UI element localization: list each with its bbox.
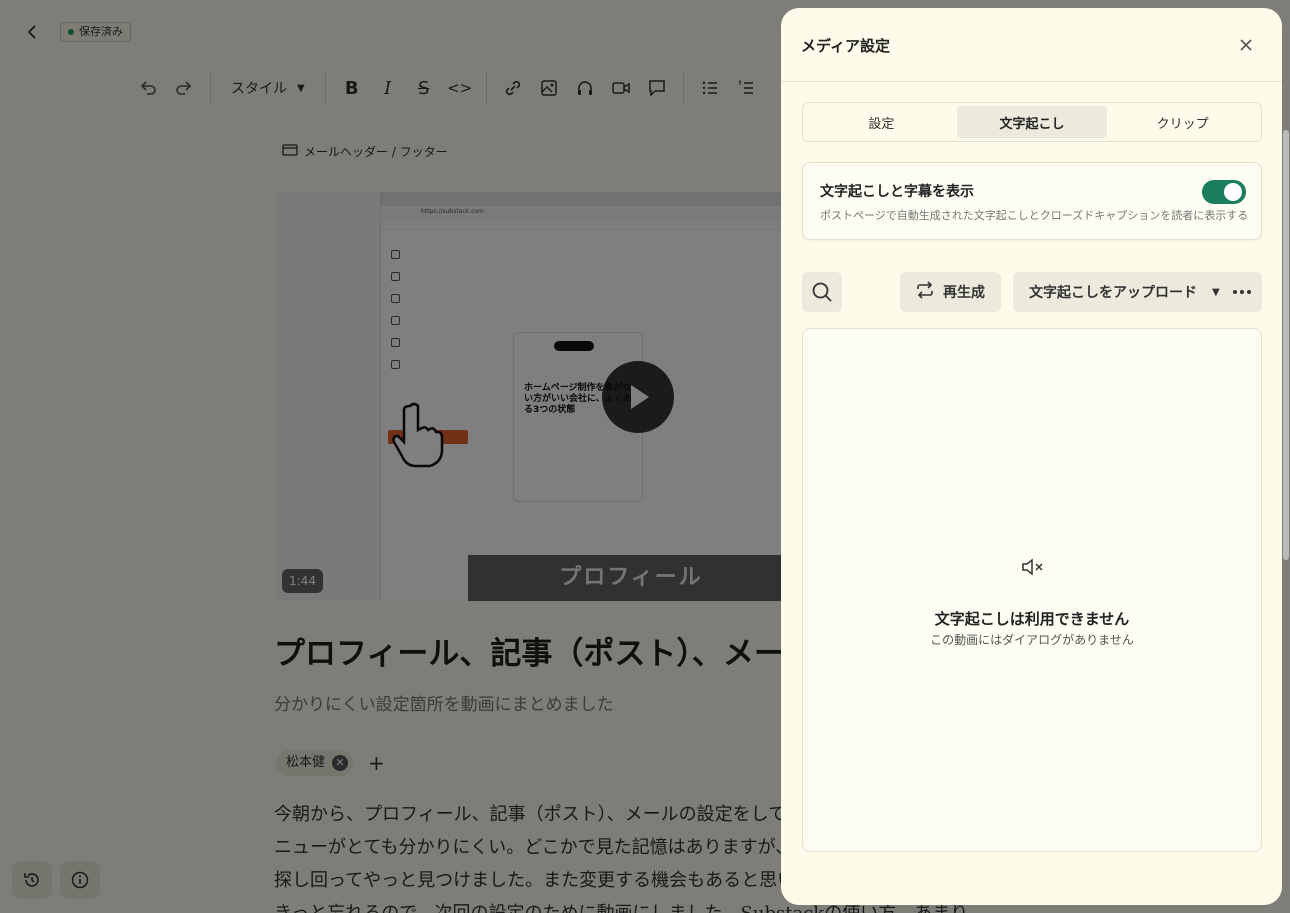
- transcript-area: 文字起こしは利用できません この動画にはダイアログがありません: [802, 328, 1262, 852]
- regenerate-icon: [916, 281, 934, 303]
- empty-state-title: 文字起こしは利用できません: [934, 610, 1130, 628]
- muted-speaker-icon: [1020, 557, 1046, 577]
- media-tabs: 設定 文字起こし クリップ: [802, 102, 1262, 142]
- upload-transcript-label: 文字起こしをアップロード: [1029, 285, 1197, 301]
- regenerate-label: 再生成: [943, 285, 985, 301]
- page-scrollbar[interactable]: [1282, 110, 1290, 560]
- tab-clips[interactable]: クリップ: [1107, 106, 1258, 138]
- close-icon[interactable]: [1236, 35, 1256, 55]
- regenerate-button[interactable]: 再生成: [900, 272, 1001, 312]
- transcript-toggle-card: 文字起こしと字幕を表示 ポストページで自動生成された文字起こしとクローズドキャプ…: [802, 162, 1262, 240]
- transcript-actions: 再生成 文字起こしをアップロード ▼: [802, 272, 1262, 312]
- transcript-toggle-description: ポストページで自動生成された文字起こしとクローズドキャプションを読者に表示する: [820, 209, 1249, 222]
- transcript-toggle-switch[interactable]: [1202, 180, 1246, 204]
- media-settings-panel: メディア設定 設定 文字起こし クリップ 文字起こしと字幕を表示 ポストページで…: [781, 8, 1282, 905]
- tab-transcript[interactable]: 文字起こし: [956, 106, 1108, 138]
- tab-settings[interactable]: 設定: [806, 106, 957, 138]
- upload-transcript-dropdown[interactable]: 文字起こしをアップロード ▼: [1013, 272, 1236, 312]
- dropdown-arrow-icon: ▼: [1212, 286, 1220, 298]
- more-icon[interactable]: [1222, 272, 1262, 312]
- panel-title: メディア設定: [801, 37, 890, 55]
- search-icon[interactable]: [802, 272, 842, 312]
- transcript-toggle-title: 文字起こしと字幕を表示: [820, 184, 974, 200]
- empty-state-subtitle: この動画にはダイアログがありません: [930, 633, 1134, 647]
- panel-header: メディア設定: [781, 8, 1282, 82]
